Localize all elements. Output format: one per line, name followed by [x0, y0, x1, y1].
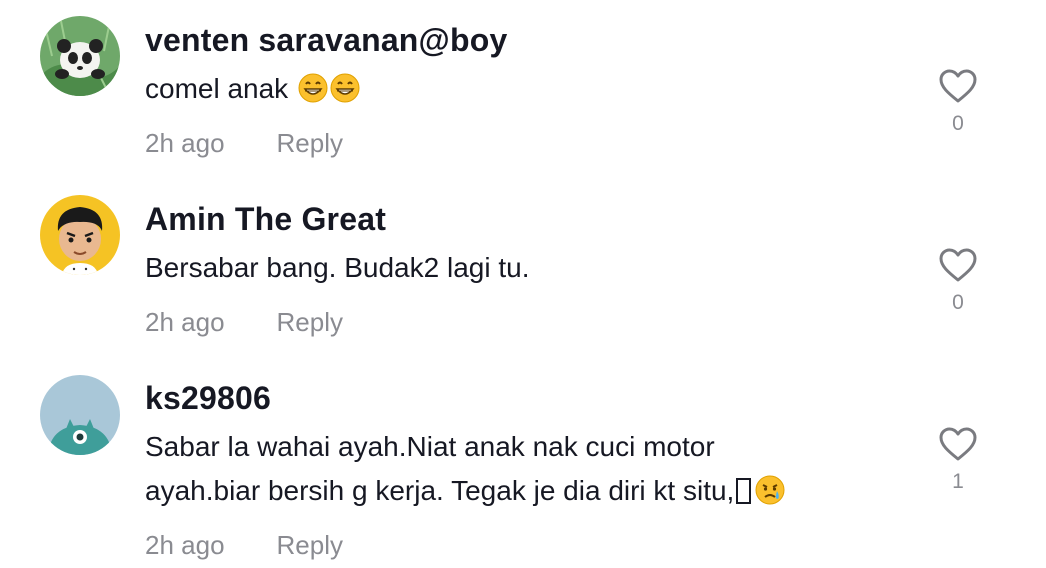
- comment-text-line: Bersabar bang. Budak2 lagi tu.: [145, 252, 530, 283]
- like-count: 1: [952, 470, 964, 493]
- avatar[interactable]: [40, 16, 120, 96]
- heart-icon[interactable]: [938, 68, 978, 104]
- comment-text-line: Sabar la wahai ayah.Niat anak nak cuci m…: [145, 431, 715, 462]
- panda-avatar-icon: [40, 16, 120, 96]
- blue-creature-avatar-icon: [40, 375, 120, 455]
- comment-meta: 2h ago Reply: [145, 128, 343, 159]
- comment-username[interactable]: ks29806: [145, 380, 271, 417]
- comment-username[interactable]: venten saravanan@boy: [145, 22, 507, 59]
- reply-button[interactable]: Reply: [277, 128, 343, 158]
- comment-username[interactable]: Amin The Great: [145, 201, 386, 238]
- cartoon-boy-avatar-icon: [40, 195, 120, 275]
- heart-icon[interactable]: [938, 426, 978, 462]
- like-button[interactable]: 1: [938, 426, 978, 494]
- comment-meta: 2h ago Reply: [145, 307, 343, 338]
- comment-text: comel anak: [145, 67, 360, 111]
- grinning-face-emoji-icon: [298, 73, 328, 103]
- avatar[interactable]: [40, 375, 120, 455]
- comment-text: Sabar la wahai ayah.Niat anak nak cuci m…: [145, 425, 785, 513]
- avatar[interactable]: [40, 195, 120, 275]
- like-button[interactable]: 0: [938, 247, 978, 315]
- comment-timestamp: 2h ago: [145, 307, 225, 337]
- reply-button[interactable]: Reply: [277, 530, 343, 560]
- crying-face-emoji-icon: [755, 475, 785, 505]
- reply-button[interactable]: Reply: [277, 307, 343, 337]
- comment-text-line: ayah.biar bersih g kerja. Tegak je dia d…: [145, 475, 735, 506]
- unknown-glyph-icon: [736, 478, 752, 504]
- comment-timestamp: 2h ago: [145, 128, 225, 158]
- like-count: 0: [952, 112, 964, 135]
- comment-timestamp: 2h ago: [145, 530, 225, 560]
- comment-text: Bersabar bang. Budak2 lagi tu.: [145, 246, 529, 290]
- comment-meta: 2h ago Reply: [145, 530, 343, 561]
- grinning-face-emoji-icon: [330, 73, 360, 103]
- like-count: 0: [952, 291, 964, 314]
- heart-icon[interactable]: [938, 247, 978, 283]
- comment-text-line-wrap: ayah.biar bersih g kerja. Tegak je dia d…: [145, 469, 785, 513]
- like-button[interactable]: 0: [938, 68, 978, 136]
- comment-text-line: comel anak: [145, 73, 296, 104]
